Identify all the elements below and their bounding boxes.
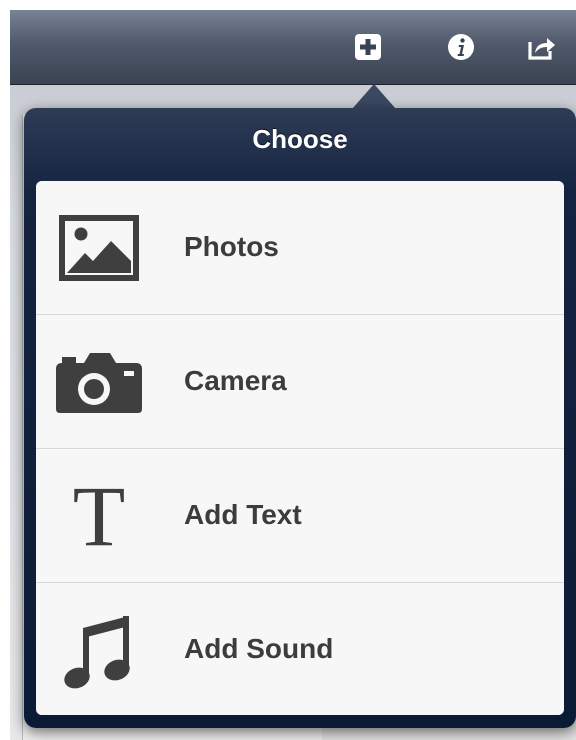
add-button[interactable] bbox=[353, 32, 383, 62]
menu-item-label: Camera bbox=[184, 365, 287, 396]
menu-item-label: Add Text bbox=[184, 499, 302, 530]
share-icon bbox=[527, 33, 557, 61]
top-toolbar bbox=[10, 10, 576, 85]
popover-title: Choose bbox=[252, 124, 348, 154]
choose-popover: Choose Photos Camera T Add Text Add Soun… bbox=[24, 108, 576, 728]
popover-arrow bbox=[352, 84, 396, 109]
menu-item-photos[interactable]: Photos bbox=[36, 181, 564, 315]
menu-item-camera[interactable]: Camera bbox=[36, 315, 564, 449]
plus-square-icon bbox=[354, 33, 382, 61]
photo-icon bbox=[54, 210, 144, 286]
menu-item-label: Photos bbox=[184, 231, 279, 262]
music-note-icon bbox=[54, 612, 144, 689]
info-button[interactable] bbox=[446, 32, 476, 62]
screen: Choose Photos Camera T Add Text Add Soun… bbox=[0, 0, 576, 740]
text-t-glyph: T bbox=[72, 468, 126, 564]
share-button[interactable] bbox=[527, 32, 557, 62]
popover-menu-list: Photos Camera T Add Text Add Sound bbox=[36, 181, 564, 715]
text-t-icon: T bbox=[54, 468, 144, 564]
menu-item-label: Add Sound bbox=[184, 633, 334, 664]
menu-item-add-text[interactable]: T Add Text bbox=[36, 449, 564, 583]
info-icon bbox=[447, 33, 475, 61]
menu-item-add-sound[interactable]: Add Sound bbox=[36, 583, 564, 715]
camera-icon bbox=[54, 344, 144, 420]
